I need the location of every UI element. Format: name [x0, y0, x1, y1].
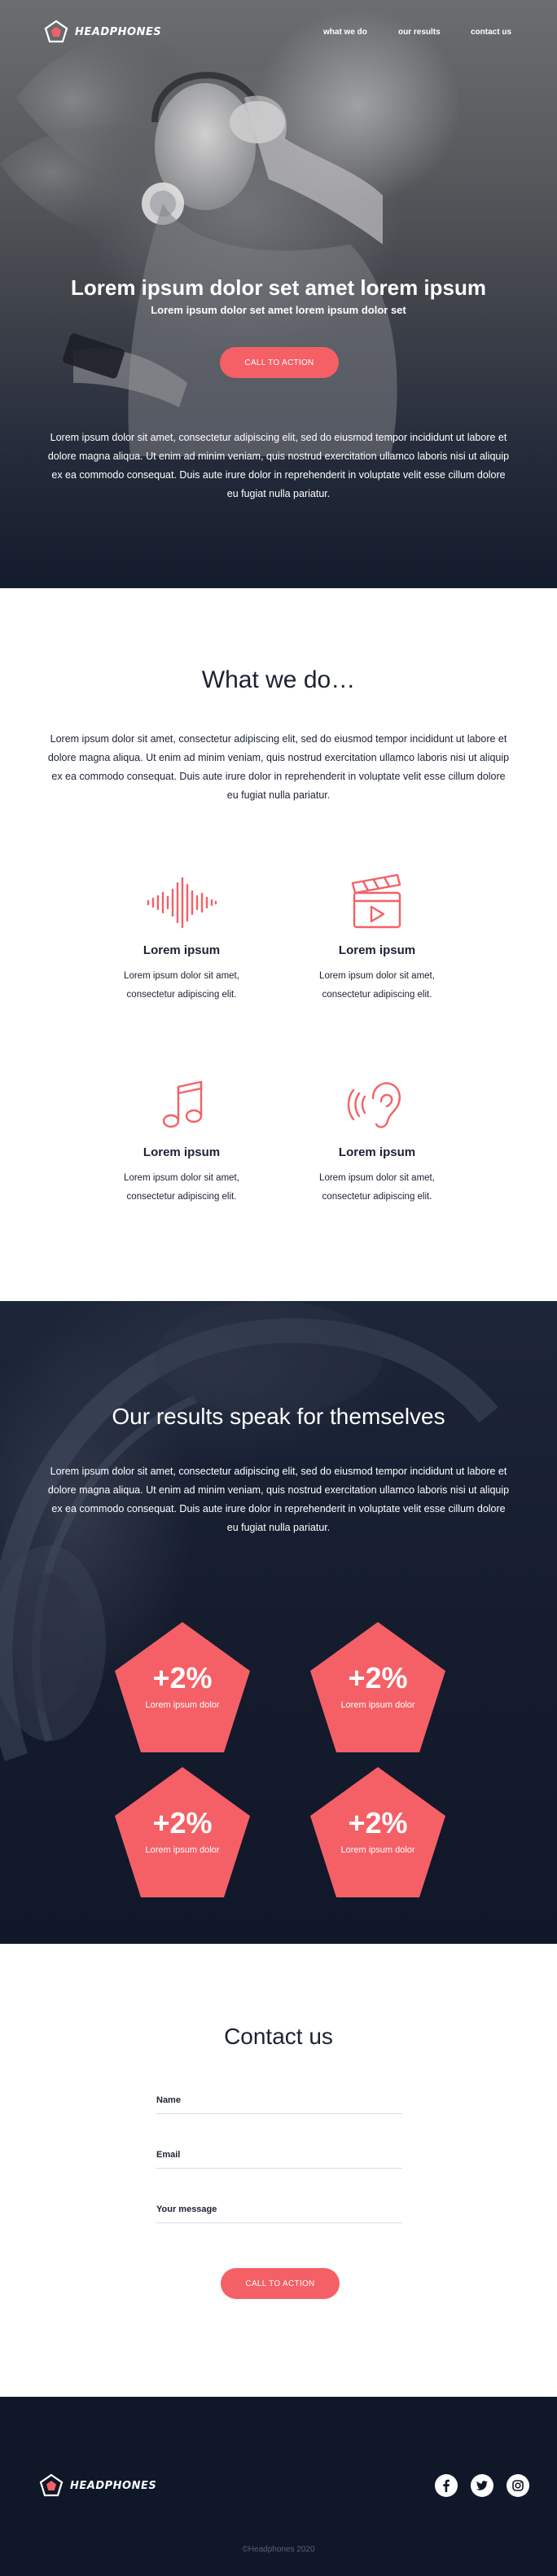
stat-label: Lorem ipsum dolor: [340, 1845, 415, 1855]
twitter-icon[interactable]: [471, 2474, 493, 2497]
what-we-do-section: What we do… Lorem ipsum dolor sit amet, …: [0, 588, 557, 1301]
hero-body-text: Lorem ipsum dolor sit amet, consectetur …: [47, 432, 510, 499]
name-field[interactable]: Name: [156, 2095, 402, 2114]
facebook-icon[interactable]: [435, 2474, 458, 2497]
ear-sound-icon: [347, 1082, 401, 1128]
sound-wave-icon: [147, 877, 217, 929]
stat-pentagon: +2% Lorem ipsum dolor: [115, 1622, 250, 1752]
what-we-do-title: What we do…: [201, 666, 356, 693]
music-note-icon: [162, 1080, 203, 1128]
social-links: [435, 2474, 529, 2497]
contact-submit-button[interactable]: CALL TO ACTION: [221, 2268, 340, 2299]
message-input-underline[interactable]: [156, 2222, 402, 2223]
results-body: Lorem ipsum dolor sit amet, consectetur …: [47, 1466, 510, 1533]
clapperboard-icon: [351, 873, 401, 929]
stat-value: +2%: [348, 1806, 408, 1840]
message-field-label: Your message: [156, 2205, 217, 2214]
email-input-underline[interactable]: [156, 2168, 402, 2169]
contact-title: Contact us: [224, 2024, 333, 2049]
copyright-text: ©Headphones 2020: [242, 2545, 315, 2554]
stat-pentagon: +2% Lorem ipsum dolor: [310, 1622, 445, 1752]
feature-title: Lorem ipsum: [338, 1145, 416, 1159]
stat-value: +2%: [152, 1806, 213, 1840]
hero-cta-button[interactable]: CALL TO ACTION: [220, 347, 339, 378]
hero-subtitle: Lorem ipsum dolor set amet lorem ipsum d…: [151, 304, 406, 316]
feature-text: Lorem ipsum dolor sit amet, consectetur …: [319, 971, 435, 1000]
message-field[interactable]: Your message: [156, 2205, 402, 2223]
hero-title: Lorem ipsum dolor set amet lorem ipsum: [71, 275, 486, 300]
brand-logo[interactable]: Headphones: [44, 20, 161, 44]
email-field-label: Email: [156, 2150, 181, 2160]
feature-card: Lorem ipsum Lorem ipsum dolor sit amet, …: [92, 872, 271, 1004]
nav-what-we-do[interactable]: what we do: [323, 28, 367, 37]
feature-card: Lorem ipsum Lorem ipsum dolor sit amet, …: [287, 872, 467, 1004]
results-title: Our results speak for themselves: [112, 1404, 445, 1429]
feature-title: Lorem ipsum: [143, 1145, 221, 1159]
hero-section: Headphones what we do our results contac…: [0, 0, 557, 588]
feature-text: Lorem ipsum dolor sit amet, consectetur …: [124, 1173, 239, 1202]
stat-pentagon: +2% Lorem ipsum dolor: [115, 1767, 250, 1897]
stat-label: Lorem ipsum dolor: [145, 1845, 220, 1855]
instagram-icon[interactable]: [507, 2474, 529, 2497]
brand-name: Headphones: [70, 2479, 157, 2492]
results-section: Our results speak for themselves Lorem i…: [0, 1301, 557, 1944]
feature-title: Lorem ipsum: [338, 943, 416, 957]
contact-section: Contact us Name Email Your message CALL …: [0, 1944, 557, 2397]
email-field[interactable]: Email: [156, 2150, 402, 2169]
name-input-underline[interactable]: [156, 2113, 402, 2114]
stat-pentagon: +2% Lorem ipsum dolor: [310, 1767, 445, 1897]
feature-card: Lorem ipsum Lorem ipsum dolor sit amet, …: [92, 1074, 271, 1207]
name-field-label: Name: [156, 2095, 181, 2105]
stat-label: Lorem ipsum dolor: [340, 1700, 415, 1710]
feature-text: Lorem ipsum dolor sit amet, consectetur …: [124, 971, 239, 1000]
stat-label: Lorem ipsum dolor: [145, 1700, 220, 1710]
stat-value: +2%: [152, 1661, 213, 1695]
feature-card: Lorem ipsum Lorem ipsum dolor sit amet, …: [287, 1074, 467, 1207]
feature-text: Lorem ipsum dolor sit amet, consectetur …: [319, 1173, 435, 1202]
top-navbar: Headphones what we do our results contac…: [0, 0, 557, 65]
nav-contact-us[interactable]: contact us: [471, 28, 511, 37]
pentagon-logo-icon: [44, 20, 68, 43]
headphones-background-photo: [0, 1301, 498, 1761]
what-we-do-body: Lorem ipsum dolor sit amet, consectetur …: [47, 733, 510, 801]
site-footer: Headphones ©Headphones 2020: [0, 2397, 557, 2576]
stat-value: +2%: [348, 1661, 408, 1695]
nav-our-results[interactable]: our results: [398, 28, 441, 37]
pentagon-logo-icon: [39, 2473, 64, 2497]
brand-name: Headphones: [75, 25, 162, 38]
feature-title: Lorem ipsum: [143, 943, 221, 957]
footer-brand-logo[interactable]: Headphones: [39, 2473, 156, 2498]
